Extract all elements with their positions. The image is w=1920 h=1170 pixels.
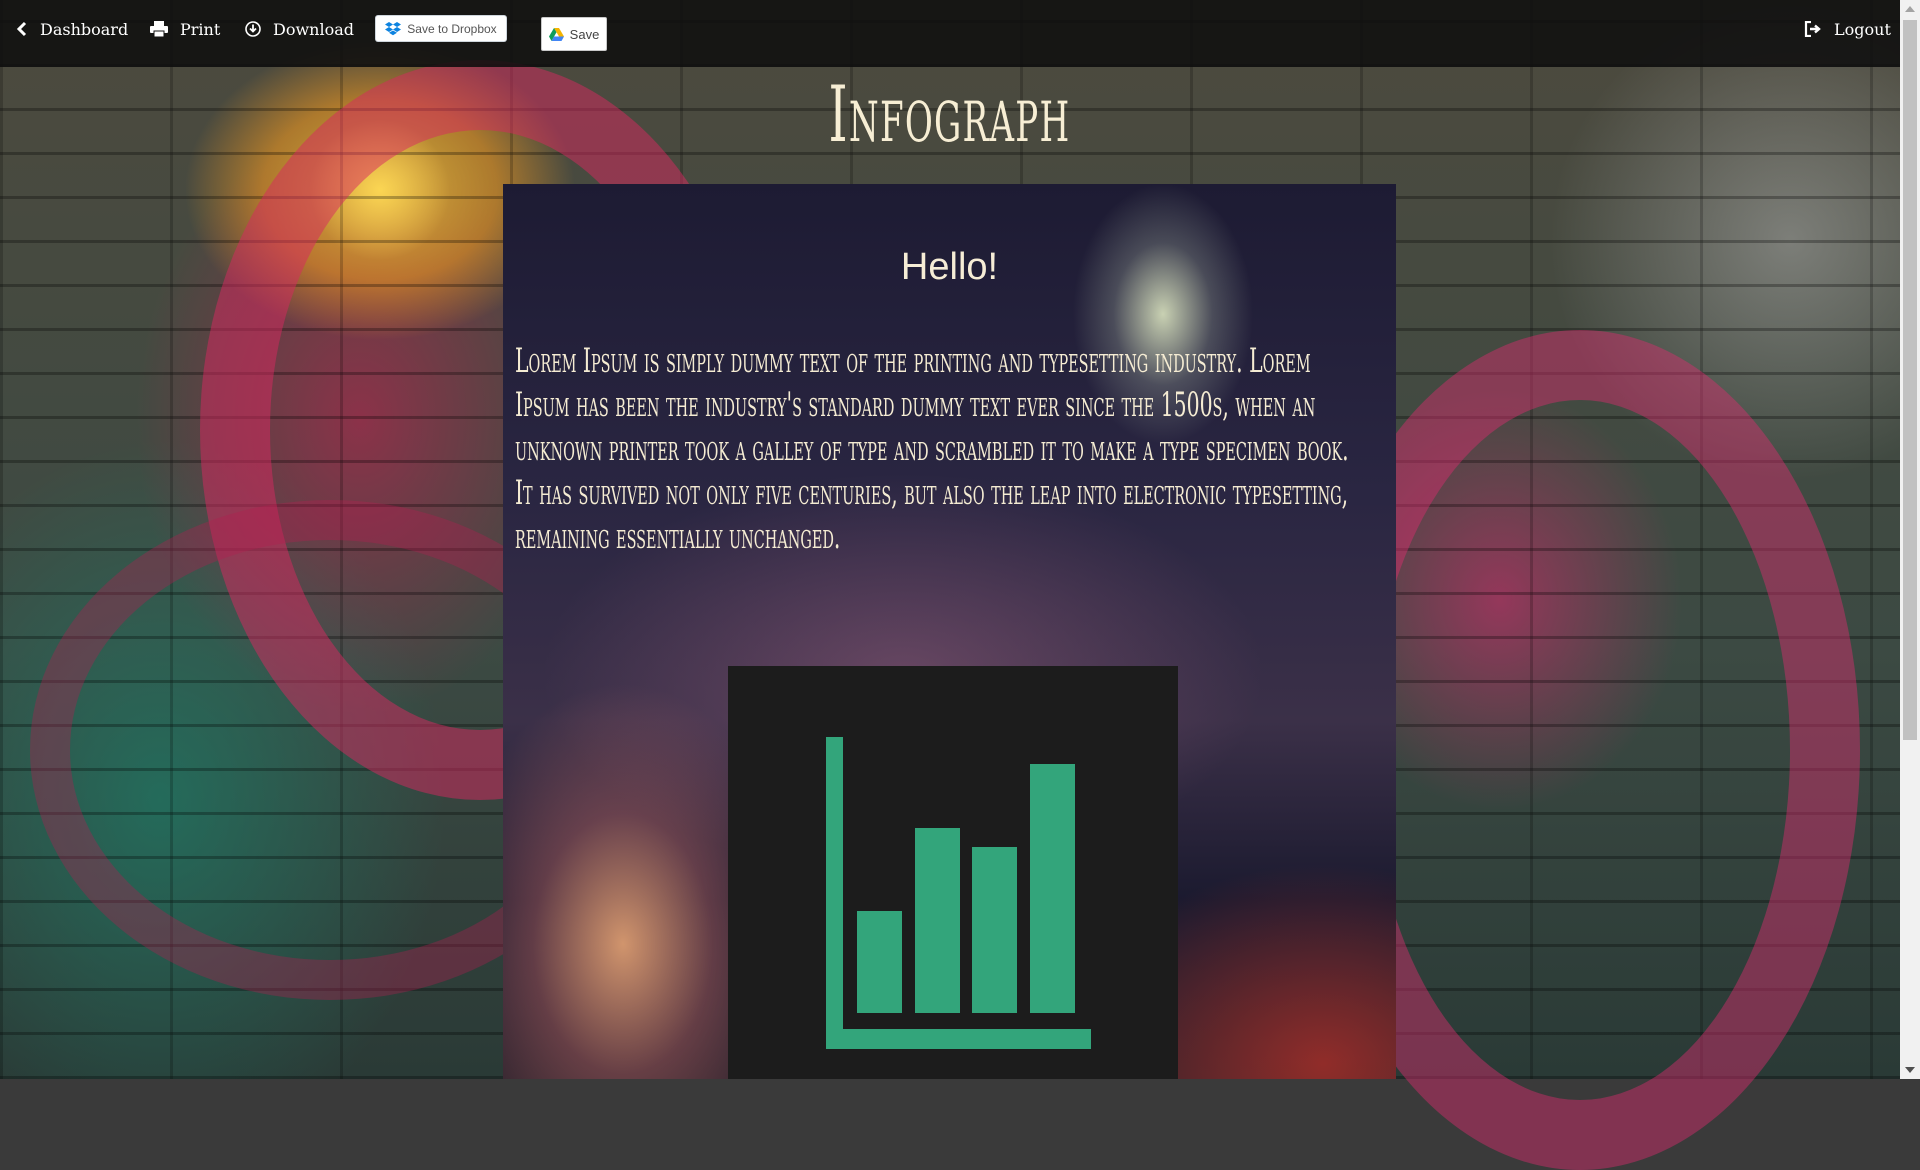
card-body-text: Lorem Ipsum is simply dummy text of the … [515,341,1349,557]
google-drive-icon [548,27,564,41]
print-label: Print [180,19,221,39]
logout-button[interactable]: Logout [1804,16,1891,42]
download-circle-icon [245,21,261,37]
scroll-thumb[interactable] [1903,20,1917,740]
dashboard-link[interactable]: Dashboard [16,16,128,42]
print-button[interactable]: Print [150,16,220,42]
chart-image-panel [728,666,1178,1079]
save-to-dropbox-button[interactable]: Save to Dropbox [376,16,506,41]
dashboard-label: Dashboard [40,19,129,39]
drive-save-label: Save [569,26,600,42]
scroll-up-arrow-icon[interactable] [1905,6,1915,12]
download-label: Download [273,19,354,39]
chevron-left-icon [16,21,27,37]
download-button[interactable]: Download [245,16,354,42]
logout-label: Logout [1834,19,1891,39]
save-to-drive-button[interactable]: Save [541,17,607,51]
sign-out-icon [1804,21,1821,37]
printer-icon [150,21,168,37]
scroll-down-arrow-icon[interactable] [1905,1067,1915,1073]
bar-chart-icon [826,737,1091,1049]
dropbox-icon [385,21,402,35]
page-scrollbar[interactable] [1900,0,1920,1079]
infographic-card: Hello! Lorem Ipsum is simply dummy text … [503,184,1396,1079]
dropbox-label: Save to Dropbox [407,21,497,36]
top-navigation-bar: Dashboard Print Download Save to Dropbox [0,0,1900,67]
card-heading: Hello! [900,246,999,288]
page-title: Infograph [828,70,1071,160]
